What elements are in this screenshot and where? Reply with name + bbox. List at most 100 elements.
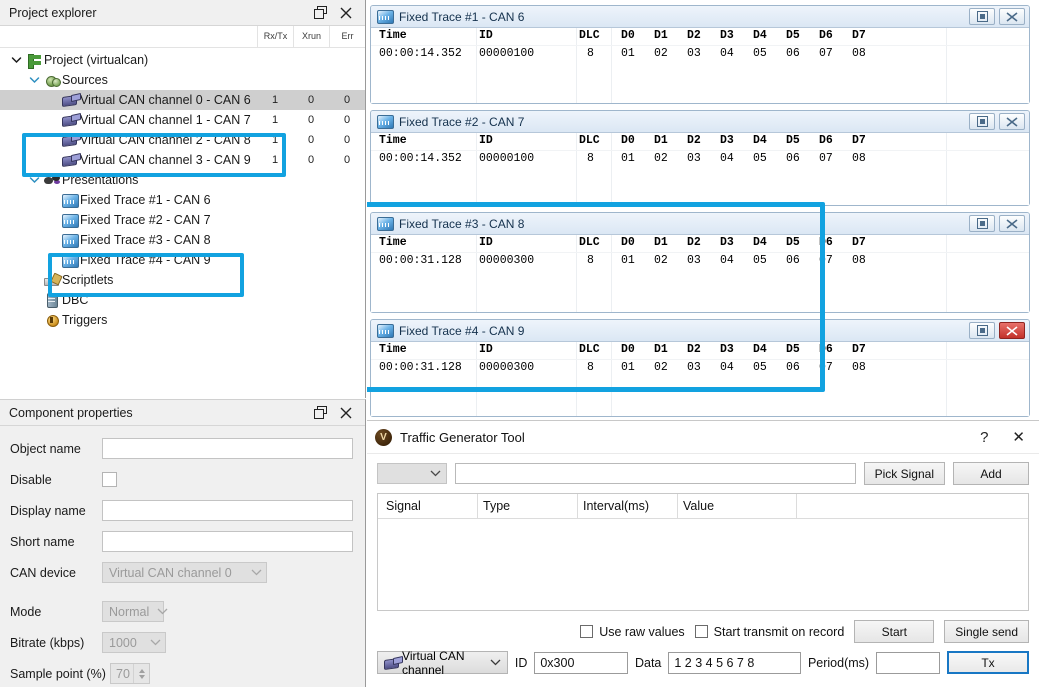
can-channel-select[interactable]: Virtual CAN channel <box>377 649 508 677</box>
trace-window-titlebar[interactable]: Fixed Trace #3 - CAN 8 <box>371 213 1029 235</box>
tree-item[interactable]: Scriptlets <box>0 270 365 290</box>
trace-cell: 08 <box>852 152 866 165</box>
trace-icon <box>60 253 80 268</box>
tree-item-label: Virtual CAN channel 1 - CAN 7 <box>80 113 251 127</box>
trace-cell: 02 <box>654 152 668 165</box>
trace-grid[interactable]: Time ID DLC D0 D1 D2 D3 D4 D5 D6 D7 00:00:14.352 000… <box>371 28 1029 103</box>
field-disable: Disable <box>10 467 353 492</box>
trace-window[interactable]: Fixed Trace #4 - CAN 9 Time ID DLC D0 D1 D2 D3 D… <box>370 319 1030 417</box>
start-transmit-on-record-checkbox[interactable]: Start transmit on record <box>694 625 844 639</box>
checkbox-box[interactable] <box>580 625 594 638</box>
object-name-input[interactable] <box>102 438 353 459</box>
trace-grid-header: Time ID DLC D0 D1 D2 D3 D4 D5 D6 D7 <box>371 133 1029 150</box>
trace-grid[interactable]: Time ID DLC D0 D1 D2 D3 D4 D5 D6 D7 00:00:31.128 000… <box>371 342 1029 416</box>
trace-window[interactable]: Fixed Trace #1 - CAN 6 Time ID DLC D0 D1 D2 D3 D… <box>370 5 1030 104</box>
float-icon[interactable] <box>313 6 327 20</box>
checkbox-box[interactable] <box>694 625 708 638</box>
use-raw-values-checkbox[interactable]: Use raw values <box>580 625 685 639</box>
tree-item[interactable]: Fixed Trace #2 - CAN 7 <box>0 210 365 230</box>
pick-signal-button[interactable]: Pick Signal <box>863 462 945 485</box>
sample-point-stepper[interactable]: 70 <box>110 663 150 684</box>
add-button[interactable]: Add <box>953 462 1029 485</box>
trace-col-d3: D3 <box>720 134 734 147</box>
chevron-down-icon[interactable] <box>8 56 24 64</box>
close-button[interactable] <box>999 322 1025 339</box>
stepper-arrows-icon[interactable] <box>133 664 149 683</box>
can-device-label: CAN device <box>10 565 76 580</box>
display-name-input[interactable] <box>102 500 353 521</box>
disable-label: Disable <box>10 472 52 487</box>
mode-select[interactable]: Normal <box>102 601 168 622</box>
trace-window-titlebar[interactable]: Fixed Trace #2 - CAN 7 <box>371 111 1029 133</box>
trace-cell: 07 <box>819 254 833 267</box>
trace-grid[interactable]: Time ID DLC D0 D1 D2 D3 D4 D5 D6 D7 00:00:31.128 000… <box>371 235 1029 312</box>
scriptlets-icon <box>42 274 62 287</box>
close-icon[interactable] <box>339 6 353 20</box>
trace-grid[interactable]: Time ID DLC D0 D1 D2 D3 D4 D5 D6 D7 00:00:14.352 000… <box>371 133 1029 205</box>
can-device-select[interactable]: Virtual CAN channel 0 <box>102 562 267 583</box>
mode-label: Mode <box>10 604 42 619</box>
period-input[interactable] <box>876 651 940 674</box>
tree-item[interactable]: Virtual CAN channel 1 - CAN 7 1 0 0 <box>0 110 365 130</box>
tree-item[interactable]: Triggers <box>0 310 365 330</box>
close-button[interactable] <box>999 8 1025 25</box>
tx-button[interactable]: Tx <box>947 651 1029 674</box>
restore-button[interactable] <box>969 113 995 130</box>
traffic-generator-title: Traffic Generator Tool <box>400 429 525 445</box>
trace-col-d5: D5 <box>786 134 800 147</box>
restore-button[interactable] <box>969 215 995 232</box>
trace-window[interactable]: Fixed Trace #3 - CAN 8 Time ID DLC D0 D1 D2 D3 D… <box>370 212 1030 313</box>
component-properties-panel: Component properties Object name Disable <box>0 399 366 687</box>
trace-cell: 07 <box>819 47 833 60</box>
id-input[interactable]: 0x300 <box>534 651 628 674</box>
tree-item[interactable]: Virtual CAN channel 3 - CAN 9 1 0 0 <box>0 150 365 170</box>
close-button[interactable] <box>999 113 1025 130</box>
data-input[interactable]: 1 2 3 4 5 6 7 8 <box>668 651 801 674</box>
tree-item[interactable]: Virtual CAN channel 2 - CAN 8 1 0 0 <box>0 130 365 150</box>
trace-cell: 03 <box>687 152 701 165</box>
disable-checkbox[interactable] <box>102 472 117 487</box>
tree-item[interactable]: Fixed Trace #3 - CAN 8 <box>0 230 365 250</box>
help-icon[interactable]: ? <box>980 429 988 446</box>
short-name-input[interactable] <box>102 531 353 552</box>
close-icon[interactable]: ✕ <box>1012 428 1025 446</box>
tree-item[interactable]: Presentations <box>0 170 365 190</box>
trace-window-titlebar[interactable]: Fixed Trace #1 - CAN 6 <box>371 6 1029 28</box>
chevron-down-icon[interactable] <box>26 76 42 84</box>
column-header-err: Err <box>329 26 365 47</box>
trace-cell: 00:00:31.128 <box>379 361 462 374</box>
close-button[interactable] <box>999 215 1025 232</box>
trace-cell: 04 <box>720 254 734 267</box>
start-button[interactable]: Start <box>854 620 935 643</box>
tree-item[interactable]: Project (virtualcan) <box>0 50 365 70</box>
signal-table-body[interactable] <box>378 519 1028 611</box>
th-interval: Interval(ms) <box>583 499 649 513</box>
tree-item-label: Fixed Trace #3 - CAN 8 <box>80 233 211 247</box>
trace-col-d5: D5 <box>786 343 800 356</box>
signal-name-input[interactable] <box>455 463 856 484</box>
chevron-down-icon[interactable] <box>26 176 42 184</box>
trace-row[interactable]: 00:00:31.128 00000300 8 01 02 03 04 05 06 07 08 <box>371 359 1029 376</box>
tree-item[interactable]: Sources <box>0 70 365 90</box>
tree-item[interactable]: Fixed Trace #4 - CAN 9 <box>0 250 365 270</box>
tree-item[interactable]: Fixed Trace #1 - CAN 6 <box>0 190 365 210</box>
signal-type-select[interactable] <box>377 463 447 484</box>
trace-row[interactable]: 00:00:31.128 00000300 8 01 02 03 04 05 06 07 08 <box>371 252 1029 269</box>
trace-window-titlebar[interactable]: Fixed Trace #4 - CAN 9 <box>371 320 1029 342</box>
tree-column-headers: Rx/Tx Xrun Err <box>0 26 365 48</box>
trace-cell: 03 <box>687 361 701 374</box>
restore-button[interactable] <box>969 8 995 25</box>
tree-item[interactable]: DBC <box>0 290 365 310</box>
single-send-button[interactable]: Single send <box>944 620 1029 643</box>
close-icon[interactable] <box>339 406 353 420</box>
bitrate-select[interactable]: 1000 <box>102 632 166 653</box>
tree-item-label: Fixed Trace #1 - CAN 6 <box>80 193 211 207</box>
trace-row[interactable]: 00:00:14.352 00000100 8 01 02 03 04 05 06 07 08 <box>371 45 1029 62</box>
chevron-down-icon <box>243 569 262 576</box>
component-properties-titlebar: Component properties <box>0 400 365 426</box>
float-icon[interactable] <box>313 406 327 420</box>
restore-button[interactable] <box>969 322 995 339</box>
trace-row[interactable]: 00:00:14.352 00000100 8 01 02 03 04 05 06 07 08 <box>371 150 1029 167</box>
tree-item[interactable]: Virtual CAN channel 0 - CAN 6 1 0 0 <box>0 90 365 110</box>
trace-window[interactable]: Fixed Trace #2 - CAN 7 Time ID DLC D0 D1 D2 D3 D… <box>370 110 1030 206</box>
